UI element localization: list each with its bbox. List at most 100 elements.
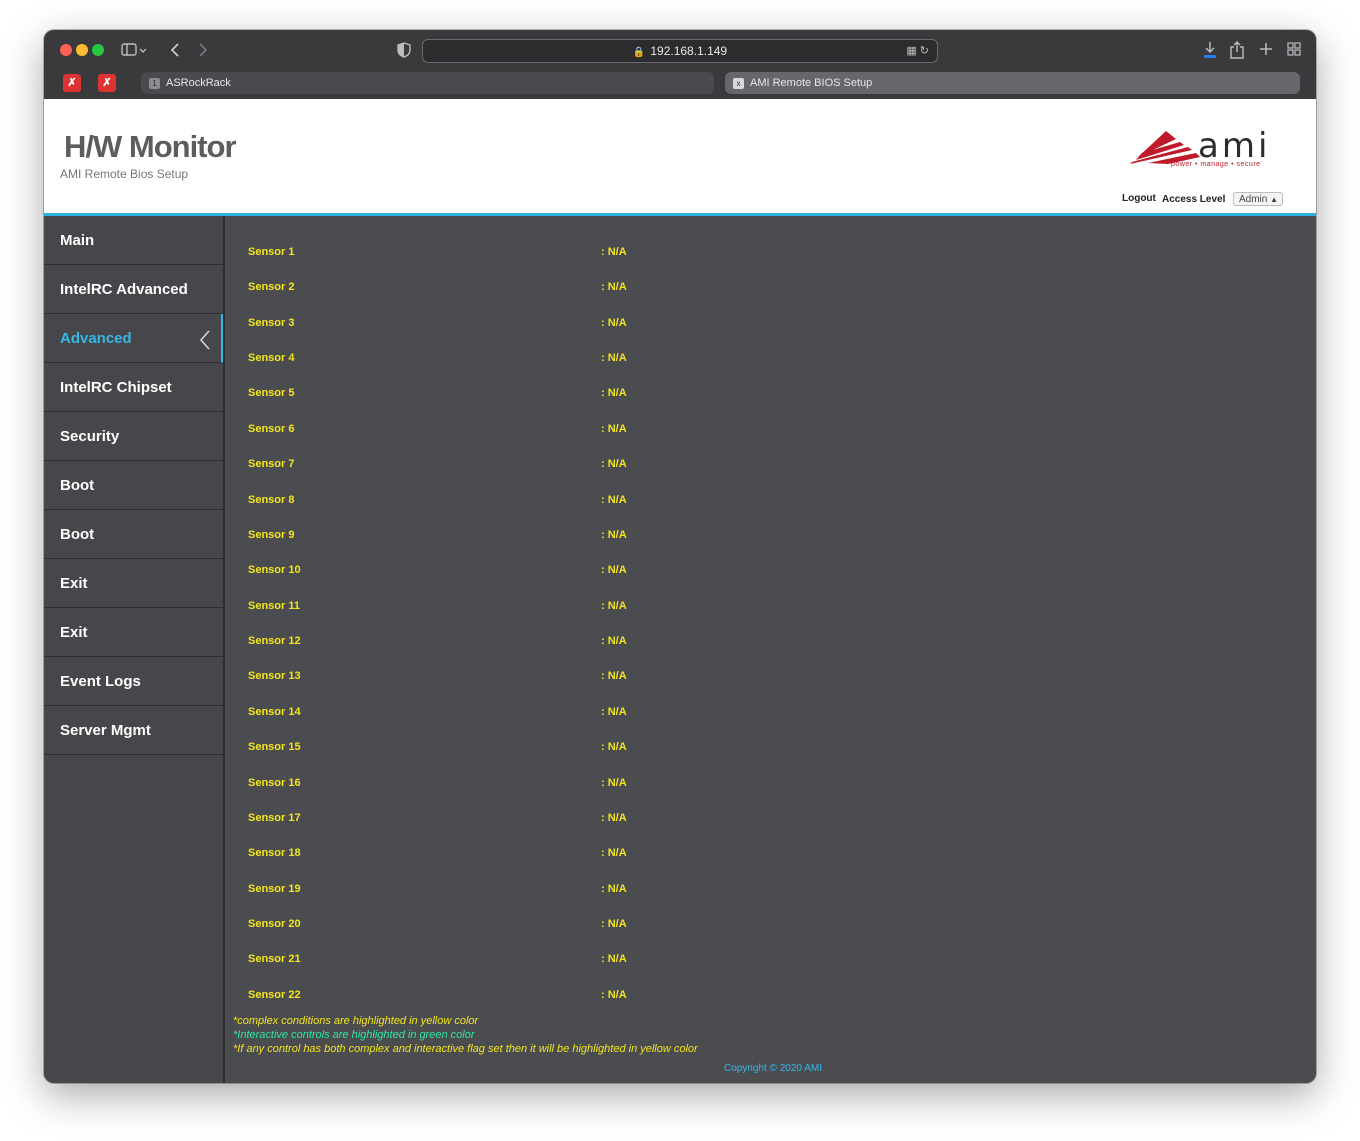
sensor-row: Sensor 17 : N/A xyxy=(248,812,627,828)
sidebar-item-server-mgmt[interactable]: Server Mgmt xyxy=(44,706,223,755)
ami-logo-tagline: power • manage • secure xyxy=(1171,161,1261,168)
sensor-label: Sensor 13 xyxy=(248,670,301,682)
translate-reload-icons[interactable]: ▦ ↻ xyxy=(906,40,929,62)
sensor-row: Sensor 3: N/A xyxy=(248,317,627,333)
sensor-value: : N/A xyxy=(601,458,627,470)
tab-overview-icon[interactable] xyxy=(1287,42,1301,60)
sensor-row: Sensor 22: N/A xyxy=(248,989,627,1005)
logout-link[interactable]: Logout xyxy=(1122,193,1156,204)
sidebar-item-label: Exit xyxy=(60,575,88,592)
sensor-value: : N/A xyxy=(601,352,627,364)
close-window-button[interactable] xyxy=(60,44,72,56)
sensor-label: Sensor 10 xyxy=(248,564,301,576)
reload-icon[interactable]: ↻ xyxy=(920,45,929,57)
sensor-value: : N/A xyxy=(601,246,627,258)
sensor-value: : N/A xyxy=(601,812,627,824)
sensor-value: : N/A xyxy=(601,564,627,576)
zoom-window-button[interactable] xyxy=(92,44,104,56)
sensor-value: : N/A xyxy=(601,281,627,293)
sidebar-item-label: Event Logs xyxy=(60,673,141,690)
sensor-label: Sensor 18 xyxy=(248,847,301,859)
tab-ami-remote-bios-setup[interactable]: x AMI Remote BIOS Setup xyxy=(725,72,1300,94)
translate-icon[interactable]: ▦ xyxy=(906,45,916,57)
sidebar-item-label: Boot xyxy=(60,477,95,494)
sensor-row: Sensor 1: N/A xyxy=(248,246,627,262)
sensor-label: Sensor 3 xyxy=(248,317,295,329)
sidebar-item-intelrc-advanced[interactable]: IntelRC Advanced xyxy=(44,265,223,314)
browser-titlebar: 🔒 192.168.1.149 ▦ ↻ xyxy=(44,30,1316,70)
page-header: H/W Monitor AMI Remote Bios Setup ami po… xyxy=(44,99,1316,216)
sidebar-nav: Main IntelRC Advanced Advanced IntelRC C… xyxy=(44,216,225,1083)
sensor-value: : N/A xyxy=(601,918,627,930)
page-title: H/W Monitor xyxy=(64,129,237,164)
sensor-row: Sensor 19: N/A xyxy=(248,883,627,899)
sidebar-item-exit[interactable]: Exit xyxy=(44,559,223,608)
ami-logo: ami power • manage • secure xyxy=(1128,127,1288,171)
sensor-row: Sensor 11 : N/A xyxy=(248,600,627,616)
sensor-value: : N/A xyxy=(601,494,627,506)
new-tab-icon[interactable] xyxy=(1259,41,1273,61)
sidebar-item-intelrc-chipset[interactable]: IntelRC Chipset xyxy=(44,363,223,412)
access-level-value: Admin xyxy=(1239,194,1268,205)
sidebar-item-boot-2[interactable]: Boot xyxy=(44,510,223,559)
sidebar-item-security[interactable]: Security xyxy=(44,412,223,461)
browser-tabbar: ✗ ✗ 1 ASRockRack x AMI Remote BIOS Setup xyxy=(44,70,1316,99)
sidebar-item-exit-2[interactable]: Exit xyxy=(44,608,223,657)
sensor-label: Sensor 19 xyxy=(248,883,301,895)
minimize-window-button[interactable] xyxy=(76,44,88,56)
sensor-value: : N/A xyxy=(601,529,627,541)
sidebar-item-label: Exit xyxy=(60,624,88,641)
sensor-row: Sensor 20: N/A xyxy=(248,918,627,934)
share-icon[interactable] xyxy=(1230,41,1244,63)
sensor-label: Sensor 11 xyxy=(248,600,300,612)
note-interactive-controls: *Interactive controls are highlighted in… xyxy=(233,1029,475,1041)
sensor-label: Sensor 14 xyxy=(248,706,301,718)
sensor-value: : N/A xyxy=(601,600,627,612)
tab-badge: 1 xyxy=(149,77,160,89)
back-icon[interactable] xyxy=(169,42,181,62)
sensor-row: Sensor 12: N/A xyxy=(248,635,627,651)
chevron-left-icon xyxy=(199,314,211,363)
sidebar-item-label: IntelRC Chipset xyxy=(60,379,172,396)
access-level-label: Access Level xyxy=(1162,194,1226,205)
sensor-row: Sensor 7: N/A xyxy=(248,458,627,474)
sensor-label: Sensor 8 xyxy=(248,494,295,506)
tab-close-icon[interactable]: x xyxy=(733,77,744,89)
note-both-flags: *If any control has both complex and int… xyxy=(233,1043,698,1055)
sensor-row: Sensor 18 : N/A xyxy=(248,847,627,863)
lock-icon: 🔒 xyxy=(632,47,646,58)
pinned-tab-1[interactable]: ✗ xyxy=(63,74,81,92)
ami-logo-text: ami xyxy=(1198,126,1271,166)
sidebar-item-boot[interactable]: Boot xyxy=(44,461,223,510)
sidebar-item-advanced[interactable]: Advanced xyxy=(44,314,223,363)
ami-pyramid-icon xyxy=(1130,131,1200,164)
sensor-label: Sensor 22 xyxy=(248,989,301,1001)
sidebar-item-main[interactable]: Main xyxy=(44,216,223,265)
access-level-select[interactable]: Admin ▲︎ xyxy=(1233,192,1283,206)
forward-icon[interactable] xyxy=(197,42,209,62)
sidebar-item-label: Server Mgmt xyxy=(60,722,151,739)
sidebar-item-label: Advanced xyxy=(60,330,132,347)
url-text: 192.168.1.149 xyxy=(650,44,728,58)
sensor-label: Sensor 12 xyxy=(248,635,301,647)
privacy-shield-icon[interactable] xyxy=(397,42,411,62)
select-arrows-icon: ▲︎ xyxy=(1270,195,1278,204)
sensor-row: Sensor 15: N/A xyxy=(248,741,627,757)
sidebar-item-label: Main xyxy=(60,232,95,249)
sensor-label: Sensor 17 xyxy=(248,812,301,824)
sensor-row: Sensor 14: N/A xyxy=(248,706,627,722)
sensor-label: Sensor 15 xyxy=(248,741,301,753)
pinned-tab-2[interactable]: ✗ xyxy=(98,74,116,92)
sidebar-item-label: IntelRC Advanced xyxy=(60,281,188,298)
sensor-row: Sensor 8 : N/A xyxy=(248,494,627,510)
sensor-row: Sensor 4: N/A xyxy=(248,352,627,368)
sensor-label: Sensor 6 xyxy=(248,423,295,435)
sidebar-toggle-icon[interactable] xyxy=(121,42,147,62)
sensor-row: Sensor 10 : N/A xyxy=(248,564,627,580)
download-icon[interactable] xyxy=(1202,41,1218,63)
tab-asrockrack[interactable]: 1 ASRockRack xyxy=(141,72,714,94)
sidebar-item-event-logs[interactable]: Event Logs xyxy=(44,657,223,706)
sensor-row: Sensor 13: N/A xyxy=(248,670,627,686)
address-bar[interactable]: 🔒 192.168.1.149 ▦ ↻ xyxy=(422,39,938,63)
sensor-value: : N/A xyxy=(601,847,627,859)
